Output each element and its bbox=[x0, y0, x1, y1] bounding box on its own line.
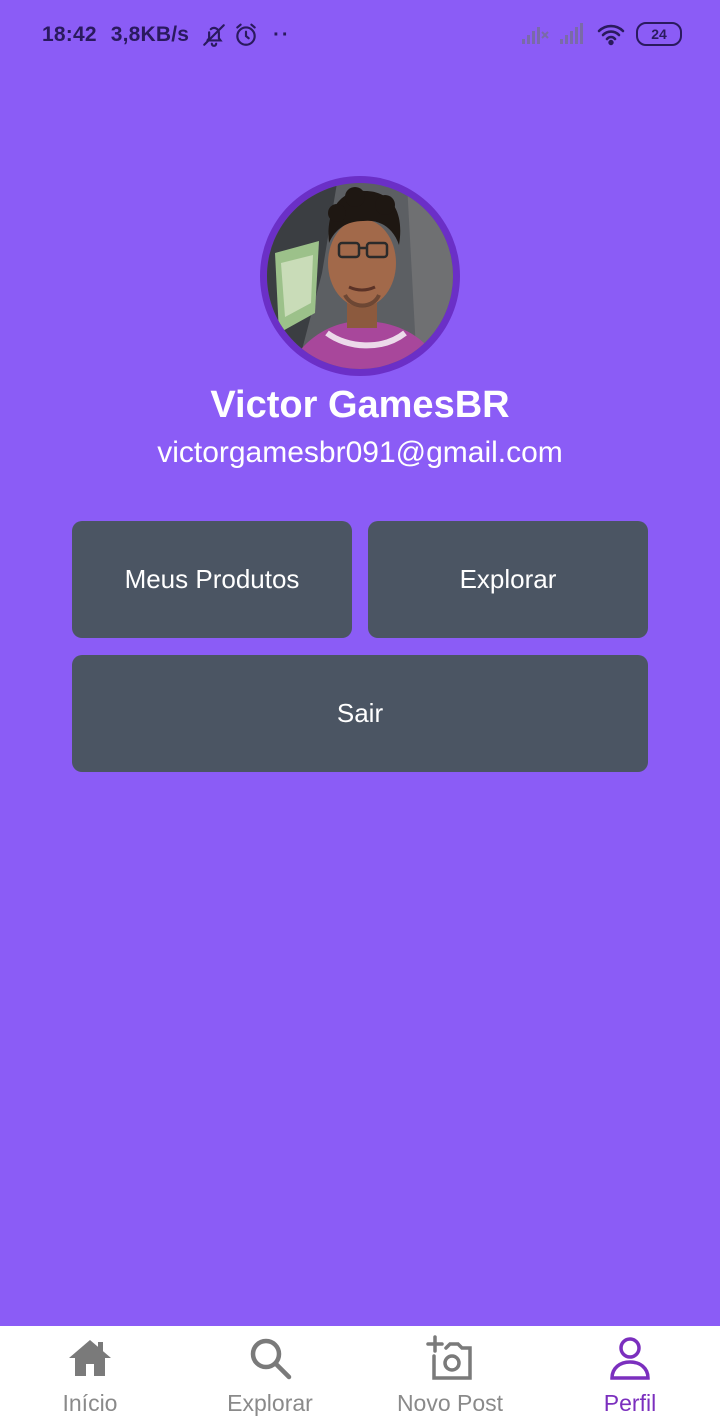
alarm-icon bbox=[236, 23, 256, 46]
status-time: 18:42 bbox=[42, 23, 97, 46]
profile-email: victorgamesbr091@gmail.com bbox=[157, 436, 563, 469]
logout-label: Sair bbox=[336, 698, 384, 728]
nav-item-profile[interactable]: Perfil bbox=[540, 1326, 720, 1425]
wifi-icon bbox=[597, 24, 625, 46]
nav-label-explore: Explorar bbox=[227, 1390, 313, 1416]
nav-item-new-post[interactable]: Novo Post bbox=[360, 1326, 540, 1425]
bell-off-icon bbox=[203, 24, 226, 47]
my-products-label: Meus Produtos bbox=[124, 564, 300, 594]
user-icon bbox=[610, 1337, 650, 1380]
profile-name: Victor GamesBR bbox=[210, 384, 510, 426]
signal-icon bbox=[522, 27, 549, 44]
more-notifications-icon: ·· bbox=[273, 23, 291, 46]
home-icon bbox=[69, 1340, 111, 1376]
nav-label-new-post: Novo Post bbox=[396, 1390, 504, 1416]
nav-item-explore[interactable]: Explorar bbox=[180, 1326, 360, 1425]
signal-icon bbox=[560, 23, 583, 44]
status-bar-right: 24 bbox=[512, 22, 682, 46]
nav-item-home[interactable]: Início bbox=[0, 1326, 180, 1425]
logout-button[interactable]: Sair bbox=[72, 655, 648, 772]
nav-label-profile: Perfil bbox=[603, 1390, 657, 1416]
status-bar-left: 18:42 3,8KB/s ·· bbox=[42, 22, 291, 48]
my-products-button[interactable]: Meus Produtos bbox=[72, 521, 352, 638]
bottom-nav: Início Explorar Novo Post Perfil bbox=[0, 1326, 720, 1425]
network-speed: 3,8KB/s bbox=[110, 23, 190, 46]
status-bar: 18:42 3,8KB/s ·· 24 bbox=[0, 0, 720, 70]
battery-icon: 24 bbox=[636, 22, 682, 46]
explore-label: Explorar bbox=[459, 564, 557, 594]
add-photo-icon bbox=[426, 1335, 472, 1380]
avatar-image bbox=[267, 183, 453, 369]
explore-button[interactable]: Explorar bbox=[368, 521, 648, 638]
avatar-photo bbox=[267, 183, 453, 369]
profile-avatar bbox=[260, 176, 460, 376]
search-icon bbox=[250, 1338, 292, 1380]
nav-label-home: Início bbox=[62, 1390, 118, 1416]
